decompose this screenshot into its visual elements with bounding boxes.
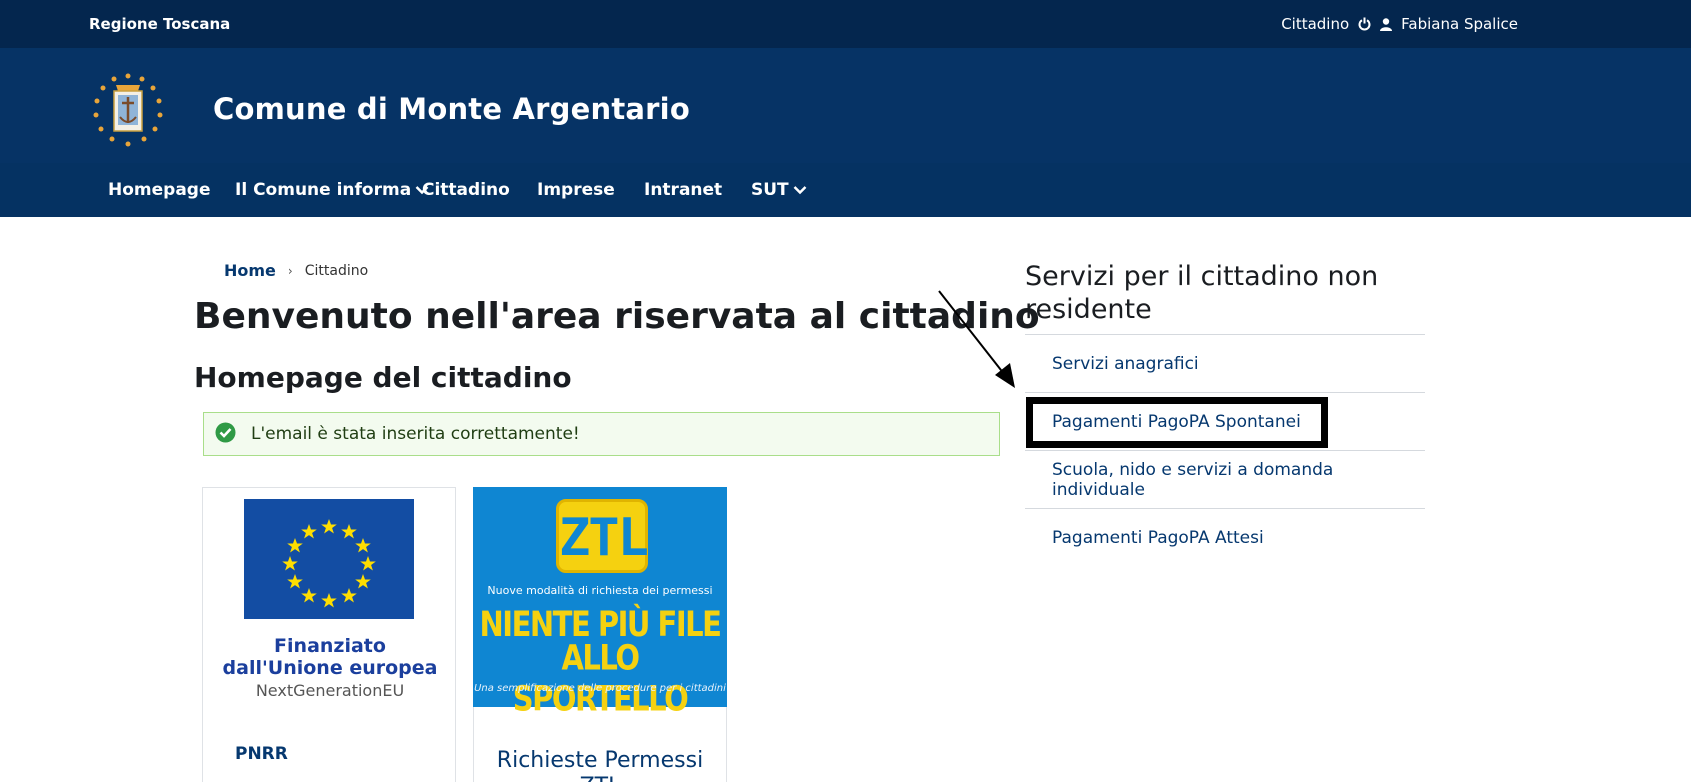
sidebar-item-scuola-nido[interactable]: Scuola, nido e servizi a domanda individ… [1025,450,1425,508]
nav-item-homepage[interactable]: Homepage [108,180,211,200]
user-icon [1380,17,1393,31]
alert-message: L'email è stata inserita correttamente! [251,424,580,444]
sidebar-item-servizi-anagrafici[interactable]: Servizi anagrafici [1025,334,1425,392]
sidebar-item-label: Servizi anagrafici [1052,353,1199,374]
annotation-highlight-box [1026,397,1328,448]
card-title[interactable]: PNRR [235,744,288,764]
nav-item-label: Il Comune informa [235,180,412,200]
breadcrumb-home[interactable]: Home [224,261,276,280]
nav-item-cittadino[interactable]: Cittadino [422,180,510,200]
sidebar-item-pagamenti-attesi[interactable]: Pagamenti PagoPA Attesi [1025,508,1425,566]
ztl-badge-text: ZTL [559,508,649,568]
main-nav: Homepage Il Comune informa Cittadino Imp… [0,163,1691,217]
service-card-pnrr[interactable]: Finanziato dall'Unione europea NextGener… [202,487,456,782]
breadcrumb-current: Cittadino [304,262,369,279]
region-link[interactable]: Regione Toscana [89,15,230,33]
page-title: Benvenuto nell'area riservata al cittadi… [194,296,1040,337]
sidebar-item-label: Scuola, nido e servizi a domanda individ… [1052,459,1334,500]
check-circle-icon [215,422,236,447]
comune-crest-logo[interactable] [89,73,167,148]
nav-item-label: SUT [751,180,789,200]
ztl-banner-image: ZTL Nuove modalità di richiesta dei perm… [473,487,727,719]
breadcrumb-separator: › [287,263,293,278]
nav-item-label: Imprese [537,180,615,200]
site-header: Comune di Monte Argentario [0,48,1691,163]
eu-funding-line2: dall'Unione europea [222,657,438,679]
success-alert: L'email è stata inserita correttamente! [203,412,1000,456]
service-card-ztl[interactable]: ZTL Nuove modalità di richiesta dei perm… [473,487,727,782]
sidebar-list: Servizi anagrafici Pagamenti PagoPA Spon… [1025,334,1425,566]
nav-item-label: Intranet [644,180,723,200]
nav-item-sut[interactable]: SUT [751,180,807,200]
chevron-down-icon [793,180,807,200]
breadcrumb: Home › Cittadino [224,261,368,280]
top-bar: Regione Toscana Cittadino Fabiana Spalic… [0,0,1691,48]
ztl-subtitle: Nuove modalità di richiesta dei permessi [487,584,713,597]
nav-item-intranet[interactable]: Intranet [644,180,722,200]
nav-item-label: Homepage [108,180,211,200]
eu-funding-line3: NextGenerationEU [255,681,405,700]
ztl-badge: ZTL [556,499,649,573]
user-area: Cittadino Fabiana Spalice [1281,15,1518,33]
role-label[interactable]: Cittadino [1281,15,1349,33]
sidebar-title: Servizi per il cittadino non residente [1025,261,1379,325]
nav-item-imprese[interactable]: Imprese [537,180,615,200]
site-title[interactable]: Comune di Monte Argentario [213,92,690,126]
eu-funding-line1: Finanziato [274,635,386,657]
section-title: Homepage del cittadino [194,361,572,394]
nav-item-il-comune-informa[interactable]: Il Comune informa [235,180,429,200]
sidebar-item-label: Pagamenti PagoPA Attesi [1052,527,1264,548]
annotation-arrow-icon [930,285,1020,394]
power-icon[interactable] [1358,17,1371,31]
ztl-tagline: Una semplificazione delle procedure per … [474,683,726,694]
nav-item-label: Cittadino [422,180,510,200]
user-name[interactable]: Fabiana Spalice [1401,15,1518,33]
eu-flag-image [244,499,414,619]
card-title[interactable]: Richieste Permessi ZTL [473,748,727,782]
